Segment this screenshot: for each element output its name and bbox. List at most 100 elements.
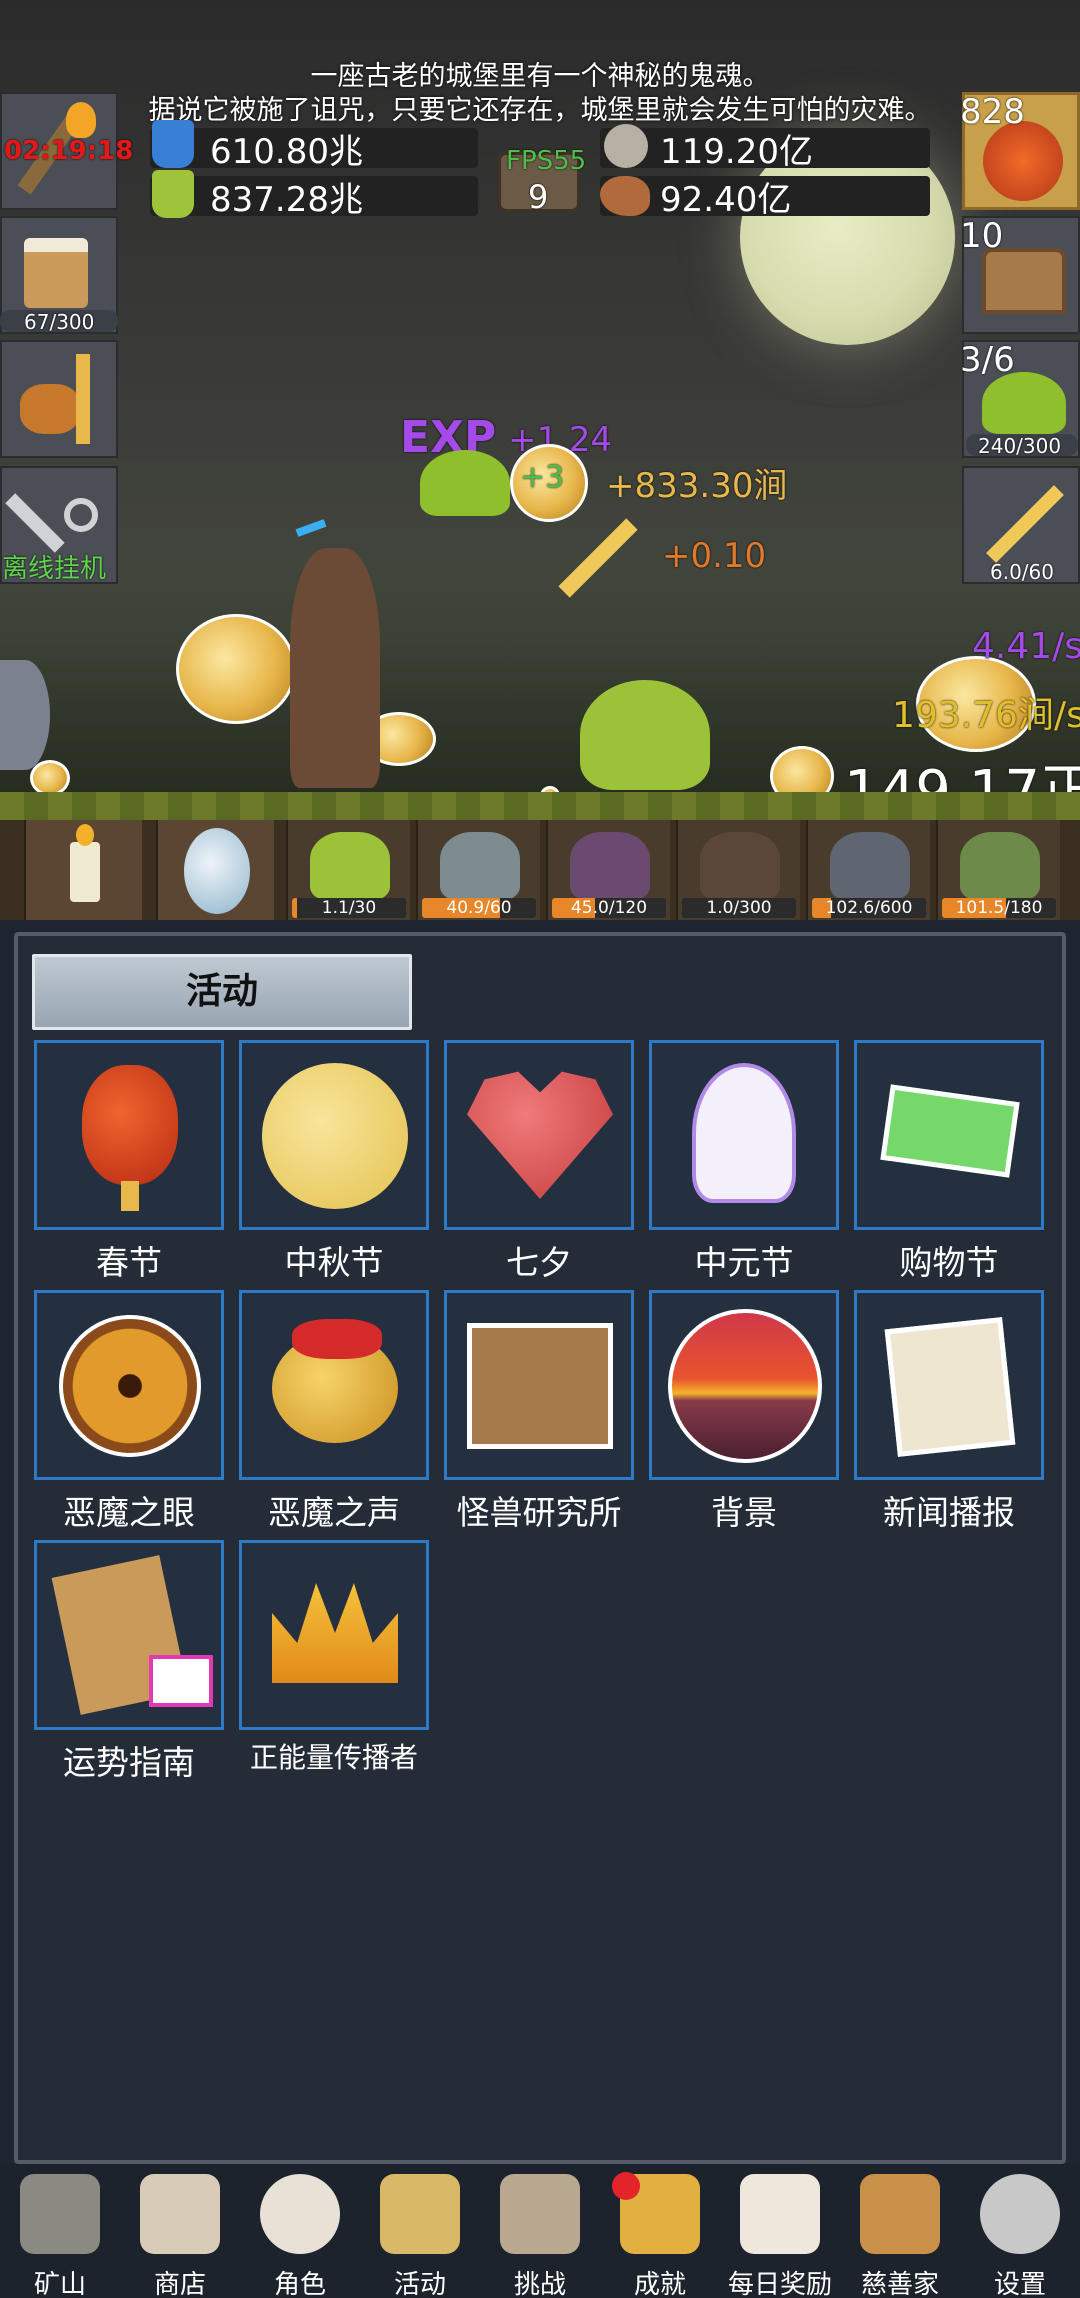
activity-panel: 活动 春节 中秋节 七夕 中元节 购物节 恶魔之眼 恶魔之声 怪兽研究所 背景 新闻播报 运势指南 正… — [14, 932, 1066, 2164]
cash-icon — [857, 1043, 1041, 1227]
red-potion-icon — [983, 121, 1063, 201]
monster-slot[interactable]: 101.5/180 — [936, 820, 1060, 920]
chest-slot-count: 10 — [960, 216, 1004, 256]
activity-item[interactable] — [649, 1290, 839, 1480]
green-potion-icon — [152, 170, 194, 218]
news-icon — [857, 1293, 1041, 1477]
activity-item[interactable] — [649, 1040, 839, 1230]
activity-item-label: 运势指南 — [63, 1743, 195, 1782]
activity-item-label: 中秋节 — [284, 1243, 384, 1282]
moon-icon — [242, 1043, 426, 1227]
nav-label: 角色 — [273, 2270, 326, 2298]
candle-flame — [76, 824, 94, 846]
fps-counter: FPS55 — [506, 146, 587, 176]
bell-icon — [242, 1293, 426, 1477]
monster-progress-bar: 45.0/120 — [552, 898, 666, 918]
timer-text: 02:19:18 — [4, 136, 134, 166]
monster-progress-bar: 101.5/180 — [942, 898, 1056, 918]
rate-purple: 4.41/s — [972, 626, 1080, 667]
monster-bar: 1.1/30 40.9/60 45.0/120 1.0/300 102.6/600 101… — [0, 820, 1080, 920]
lantern-icon — [37, 1043, 221, 1227]
monster-icon — [830, 832, 910, 900]
slime-count: 3/6 — [960, 340, 1015, 380]
meat-value: 92.40亿 — [660, 180, 792, 220]
bottom-nav: 矿山 商店 角色 活动 挑战 成就 每日奖励 慈善家 设置 — [0, 2164, 1080, 2298]
egg-slot[interactable] — [156, 820, 274, 920]
skull-icon — [260, 2174, 340, 2254]
activity-item[interactable] — [34, 1540, 224, 1730]
nav-lantern-nav[interactable]: 矿山 — [0, 2164, 120, 2298]
barrel — [0, 660, 50, 770]
heart-icon — [447, 1043, 631, 1227]
monster-progress-text: 1.0/300 — [706, 898, 772, 918]
monster-icon — [700, 832, 780, 900]
nav-label: 挑战 — [513, 2270, 566, 2298]
game-scene[interactable]: 一座古老的城堡里有一个神秘的鬼魂。 据说它被施了诅咒，只要它还存在，城堡里就会发… — [0, 0, 1080, 920]
lantern-nav-icon — [20, 2174, 100, 2254]
coin-bonus: +3 — [520, 460, 565, 495]
nav-gear[interactable]: 设置 — [960, 2164, 1080, 2298]
hero-character — [290, 548, 380, 788]
silver-coin-value: 119.20亿 — [660, 132, 813, 172]
activity-item-label: 新闻播报 — [883, 1493, 1015, 1532]
activity-item[interactable] — [854, 1040, 1044, 1230]
activity-item[interactable] — [239, 1540, 429, 1730]
meat-icon — [600, 176, 650, 216]
nav-skull[interactable]: 角色 — [240, 2164, 360, 2298]
activity-item-label: 背景 — [711, 1493, 777, 1532]
golden-key-slot[interactable] — [0, 340, 118, 458]
nav-label: 每日奖励 — [727, 2270, 832, 2298]
magic-bolt — [295, 519, 327, 537]
ghost-icon — [652, 1043, 836, 1227]
slime-drop — [420, 450, 510, 516]
rate-gold: 193.76涧/s — [892, 695, 1080, 736]
nav-shell[interactable]: 商店 — [120, 2164, 240, 2298]
nav-scroll[interactable]: 活动 — [360, 2164, 480, 2298]
gold-gain: +833.30涧 — [606, 466, 788, 506]
monster-progress-bar: 1.1/30 — [292, 898, 406, 918]
monster-slot[interactable]: 40.9/60 — [416, 820, 540, 920]
beer-progress-text: 67/300 — [24, 310, 95, 334]
activity-item[interactable] — [34, 1040, 224, 1230]
blue-potion-value: 610.80兆 — [210, 132, 363, 172]
activity-item[interactable] — [239, 1290, 429, 1480]
gear-icon — [980, 2174, 1060, 2254]
activity-item[interactable] — [444, 1040, 634, 1230]
nav-map[interactable]: 挑战 — [480, 2164, 600, 2298]
activity-item[interactable] — [34, 1290, 224, 1480]
activity-item-label: 春节 — [96, 1243, 162, 1282]
activity-item-label: 怪兽研究所 — [456, 1493, 622, 1532]
nav-label: 设置 — [993, 2270, 1046, 2298]
activity-item-label: 中元节 — [694, 1243, 794, 1282]
map-icon — [500, 2174, 580, 2254]
nav-key[interactable]: 成就 — [600, 2164, 720, 2298]
activity-item[interactable] — [239, 1040, 429, 1230]
monster-progress-bar: 1.0/300 — [682, 898, 796, 918]
coin — [30, 760, 70, 796]
activity-item[interactable] — [444, 1290, 634, 1480]
potion-count: 828 — [960, 92, 1025, 132]
candle-slot[interactable] — [24, 820, 142, 920]
beer-mug-icon — [24, 238, 88, 308]
notification-dot — [612, 2172, 640, 2200]
activity-item[interactable] — [854, 1290, 1044, 1480]
flame-icon — [66, 102, 96, 138]
green-potion-value: 837.28兆 — [210, 180, 363, 220]
monster-slot[interactable]: 102.6/600 — [806, 820, 930, 920]
activity-item-label: 购物节 — [899, 1243, 999, 1282]
monster-progress-text: 101.5/180 — [955, 898, 1043, 918]
monster-slot[interactable]: 1.0/300 — [676, 820, 800, 920]
nav-bread[interactable]: 慈善家 — [840, 2164, 960, 2298]
monster-slot[interactable]: 45.0/120 — [546, 820, 670, 920]
slime-enemy[interactable] — [580, 680, 710, 790]
egg-icon — [184, 828, 250, 914]
silver-key-icon — [5, 493, 65, 553]
monster-slot[interactable]: 1.1/30 — [286, 820, 410, 920]
monster-progress-text: 45.0/120 — [570, 898, 648, 918]
monster-progress-text: 40.9/60 — [446, 898, 512, 918]
slime-icon — [982, 372, 1066, 434]
nav-letter[interactable]: 每日奖励 — [720, 2164, 840, 2298]
activity-item-label: 七夕 — [506, 1243, 572, 1282]
sunset-icon — [652, 1293, 836, 1477]
lock-icon — [20, 384, 80, 434]
